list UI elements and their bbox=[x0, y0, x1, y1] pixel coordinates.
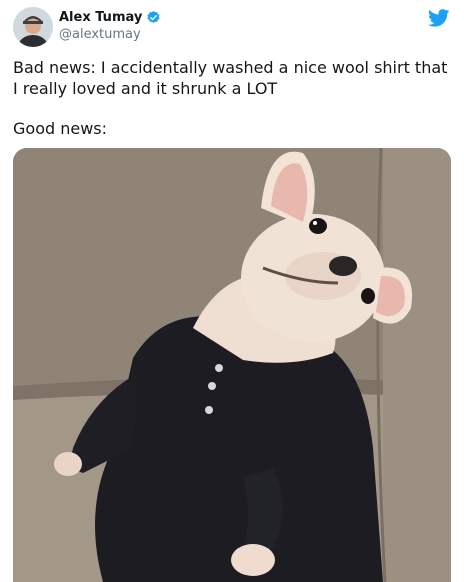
twitter-bird-icon[interactable] bbox=[427, 9, 450, 27]
author-handle[interactable]: @alextumay bbox=[59, 27, 141, 42]
tweet-card: Alex Tumay @alextumay Bad news: I accide… bbox=[0, 0, 464, 582]
author-name-row: Alex Tumay bbox=[59, 10, 161, 25]
tweet-text: Bad news: I accidentally washed a nice w… bbox=[13, 57, 453, 139]
tweet-photo[interactable] bbox=[13, 148, 451, 582]
dog-photo-illustration bbox=[13, 148, 451, 582]
tweet-paragraph-bad-news: Bad news: I accidentally washed a nice w… bbox=[13, 58, 448, 98]
author-avatar[interactable] bbox=[13, 7, 53, 47]
author-name[interactable]: Alex Tumay bbox=[59, 10, 142, 25]
verified-badge-icon bbox=[146, 10, 161, 25]
tweet-paragraph-good-news: Good news: bbox=[13, 119, 108, 138]
